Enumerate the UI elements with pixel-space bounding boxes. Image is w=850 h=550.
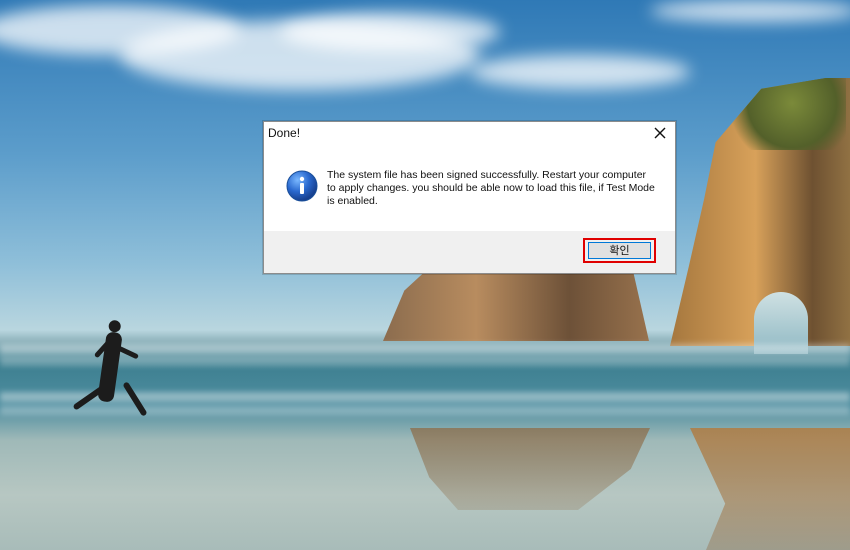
desktop-wallpaper — [0, 0, 850, 550]
cloud — [280, 12, 500, 52]
dialog-footer: 확인 — [264, 231, 675, 273]
info-icon — [286, 170, 318, 202]
dialog-message: The system file has been signed successf… — [327, 169, 655, 207]
close-button[interactable] — [653, 126, 667, 140]
rock-reflection — [410, 428, 650, 510]
wave-foam — [0, 405, 850, 415]
close-icon — [654, 127, 666, 139]
dialog-content: The system file has been signed successf… — [264, 144, 675, 231]
cloud — [470, 55, 690, 89]
dialog-titlebar: Done! — [264, 122, 675, 144]
cloud — [650, 0, 850, 22]
ok-button[interactable]: 확인 — [588, 242, 651, 259]
dialog-title: Done! — [268, 126, 301, 140]
sea-stack-rock — [383, 271, 649, 341]
cliff-reflection — [690, 428, 850, 550]
message-dialog: Done! The system file has been signed su… — [263, 121, 676, 274]
wave-foam — [0, 356, 850, 366]
